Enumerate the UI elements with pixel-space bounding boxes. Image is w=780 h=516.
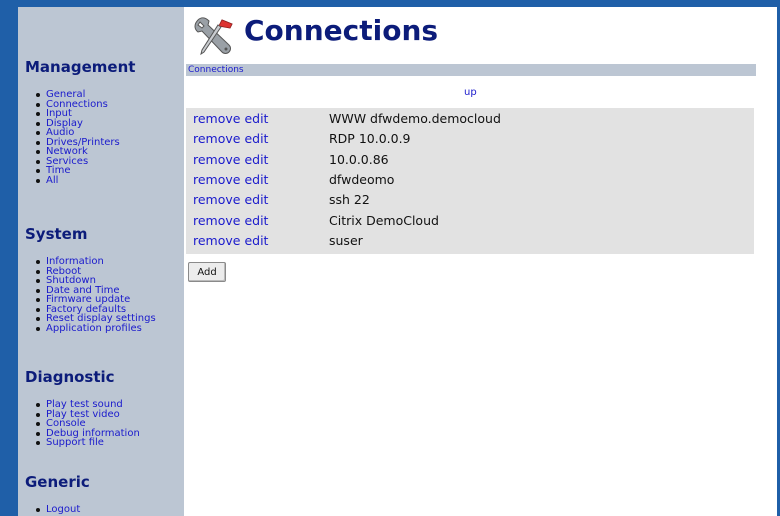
connections-table: remove edit WWW dfwdemo.democloud remove e… (186, 108, 754, 254)
edit-link[interactable]: edit (244, 111, 268, 126)
sidebar-heading-management: Management (25, 58, 136, 76)
table-row: remove edit dfwdeomo (186, 170, 754, 190)
row-actions: remove edit (193, 231, 268, 251)
tools-icon (194, 17, 233, 56)
connection-name: dfwdeomo (329, 171, 395, 187)
window-top-bar (0, 0, 780, 7)
window-left-border (0, 0, 18, 516)
row-actions: remove edit (193, 150, 268, 170)
table-row: remove edit suser (186, 231, 754, 251)
remove-link[interactable]: remove (193, 233, 240, 248)
remove-link[interactable]: remove (193, 213, 240, 228)
edit-link[interactable]: edit (244, 213, 268, 228)
up-link[interactable]: up (464, 87, 477, 98)
table-row: remove edit RDP 10.0.0.9 (186, 129, 754, 149)
remove-link[interactable]: remove (193, 131, 240, 146)
row-actions: remove edit (193, 129, 268, 149)
connection-name: Citrix DemoCloud (329, 212, 439, 228)
remove-link[interactable]: remove (193, 111, 240, 126)
edit-link[interactable]: edit (244, 192, 268, 207)
sidebar-list-generic: Logout (35, 505, 80, 515)
breadcrumb[interactable]: Connections (186, 64, 756, 76)
row-actions: remove edit (193, 211, 268, 231)
sidebar-item-logout[interactable]: Logout (35, 505, 80, 515)
add-button[interactable]: Add (188, 262, 226, 282)
sidebar-item-application-profiles[interactable]: Application profiles (36, 323, 156, 334)
connection-name: WWW dfwdemo.democloud (329, 111, 501, 126)
row-actions: remove edit (193, 109, 268, 129)
connection-name: 10.0.0.86 (329, 151, 389, 167)
sidebar-list-diagnostic: Play test sound Play test video Console … (36, 400, 140, 448)
sidebar-item-support-file[interactable]: Support file (36, 438, 140, 448)
row-actions: remove edit (193, 190, 268, 210)
sidebar: Management General Connections Input Dis… (18, 7, 184, 516)
sidebar-heading-system: System (25, 225, 88, 243)
sidebar-list-management: General Connections Input Display Audio … (36, 90, 120, 186)
row-actions: remove edit (193, 170, 268, 190)
table-row: remove edit 10.0.0.86 (186, 150, 754, 170)
remove-link[interactable]: remove (193, 152, 240, 167)
connection-name: ssh 22 (329, 192, 370, 208)
connection-name: RDP 10.0.0.9 (329, 131, 411, 147)
sidebar-item-all[interactable]: All (36, 175, 120, 186)
edit-link[interactable]: edit (244, 152, 268, 167)
table-row: remove edit WWW dfwdemo.democloud (186, 109, 754, 129)
table-row: remove edit Citrix DemoCloud (186, 211, 754, 231)
edit-link[interactable]: edit (244, 172, 268, 187)
remove-link[interactable]: remove (193, 172, 240, 187)
remove-link[interactable]: remove (193, 192, 240, 207)
edit-link[interactable]: edit (244, 233, 268, 248)
sidebar-list-system: Information Reboot Shutdown Date and Tim… (36, 257, 156, 334)
edit-link[interactable]: edit (244, 131, 268, 146)
connection-name: suser (329, 232, 363, 248)
sidebar-heading-diagnostic: Diagnostic (25, 368, 115, 386)
table-row: remove edit ssh 22 (186, 190, 754, 210)
sidebar-heading-generic: Generic (25, 473, 90, 491)
page-title: Connections (244, 14, 439, 47)
